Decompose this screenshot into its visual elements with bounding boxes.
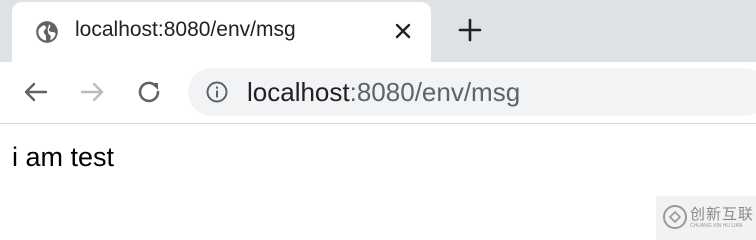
toolbar-divider [0,123,756,124]
plus-icon[interactable] [455,15,485,45]
watermark-text: 创新互联 [690,206,755,223]
watermark-subtext: CHUANG XIN HU LIAN [690,223,743,229]
url-text[interactable]: localhost:8080/env/msg [247,77,520,108]
arrow-left-icon[interactable] [18,74,54,110]
watermark-logo-icon [663,205,687,229]
tab-title: localhost:8080/env/msg [75,18,296,41]
url-host: localhost [247,77,350,107]
globe-icon [36,21,58,43]
reload-icon[interactable] [131,74,167,110]
active-tab[interactable]: localhost:8080/env/msg [12,2,431,62]
browser-window: localhost:8080/env/msg localhost:8080/en… [0,0,756,240]
arrow-right-icon[interactable] [74,74,110,110]
toolbar: localhost:8080/env/msg [0,62,756,122]
watermark: 创新互联 CHUANG XIN HU LIAN [656,196,756,240]
page-body-text: i am test [12,142,115,172]
url-path: :8080/env/msg [349,77,521,107]
info-icon[interactable] [205,80,229,104]
tab-strip: localhost:8080/env/msg [0,0,756,62]
close-icon[interactable] [392,20,414,42]
address-bar[interactable]: localhost:8080/env/msg [188,68,756,116]
